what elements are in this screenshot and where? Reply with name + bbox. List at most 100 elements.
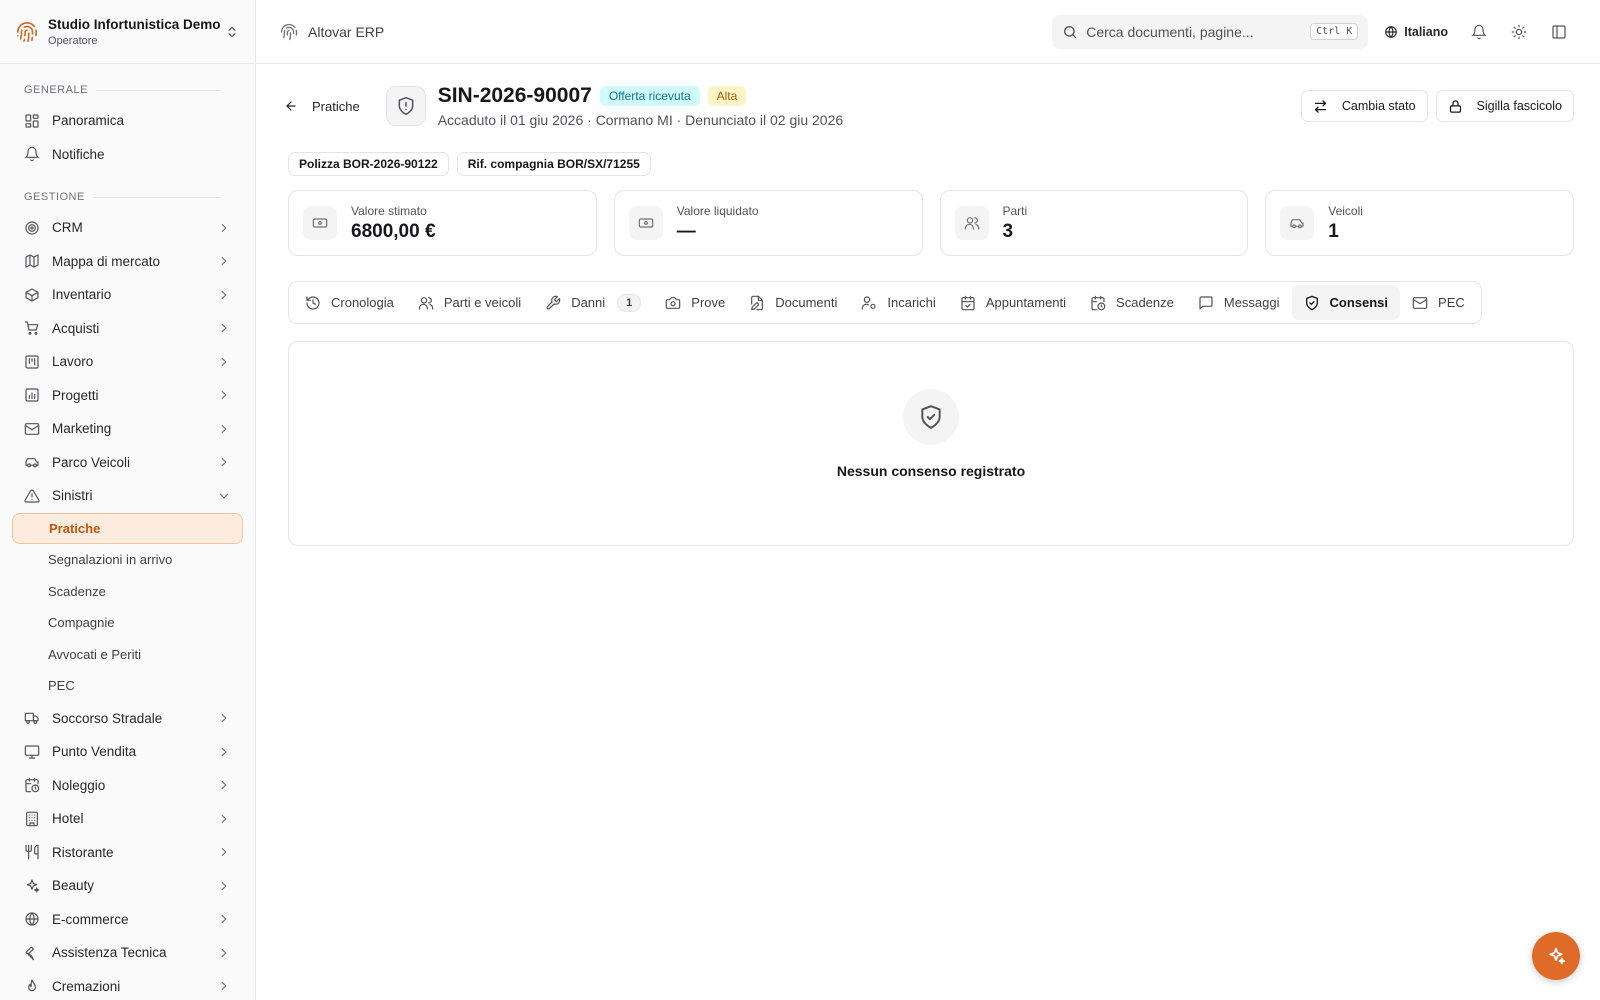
sidebar-item-progetti[interactable]: Progetti <box>12 379 243 413</box>
ai-assistant-button[interactable] <box>1532 932 1580 980</box>
sidebar-subitem-scadenze[interactable]: Scadenze <box>12 576 243 608</box>
monitor-icon <box>24 744 40 760</box>
theme-toggle-button[interactable] <box>1502 15 1536 49</box>
truck-icon <box>24 710 40 726</box>
tab-incarichi[interactable]: Incarichi <box>849 285 947 320</box>
tab-consensi[interactable]: Consensi <box>1291 285 1401 320</box>
chevron-right-icon <box>217 812 231 826</box>
change-status-button[interactable]: Cambia stato <box>1300 90 1428 122</box>
sidebar-item-label: Punto Vendita <box>52 744 137 760</box>
banknote-icon <box>303 206 337 240</box>
sidebar-item-marketing[interactable]: Marketing <box>12 412 243 446</box>
org-switcher[interactable]: Studio Infortunistica Demo Operatore <box>0 0 255 64</box>
sidebar-subitem-segnalazioni[interactable]: Segnalazioni in arrivo <box>12 544 243 576</box>
sidebar-subitem-pratiche[interactable]: Pratiche <box>12 512 243 544</box>
stat-card-parties: Parti 3 <box>939 190 1249 256</box>
chevron-right-icon <box>217 745 231 759</box>
sidebar-item-hotel[interactable]: Hotel <box>12 802 243 836</box>
sidebar-item-label: Lavoro <box>52 354 94 370</box>
topbar: Altovar ERP Cerca documenti, pagine... C… <box>256 0 1600 64</box>
sparkles-icon <box>24 878 40 894</box>
tab-documenti[interactable]: Documenti <box>737 285 849 320</box>
sidebar-item-label: Assistenza Tecnica <box>52 945 167 961</box>
chevron-right-icon <box>217 845 231 859</box>
map-icon <box>24 253 40 269</box>
sparkles-icon <box>1546 946 1566 966</box>
section-manage-label: GESTIONE <box>24 191 85 203</box>
chart-icon <box>24 387 40 403</box>
tab-label: Cronologia <box>331 295 394 310</box>
stat-card-estimated: Valore stimato 6800,00 € <box>288 190 597 256</box>
sidebar-item-soccorso[interactable]: Soccorso Stradale <box>12 702 243 736</box>
tab-cronologia[interactable]: Cronologia <box>293 285 406 320</box>
sidebar-item-ristorante[interactable]: Ristorante <box>12 836 243 870</box>
sidebar-item-label: Ristorante <box>52 844 114 860</box>
chevron-right-icon <box>217 711 231 725</box>
globe-icon <box>1384 25 1398 39</box>
sidebar-item-acquisti[interactable]: Acquisti <box>12 312 243 346</box>
chevron-right-icon <box>217 221 231 235</box>
chevron-right-icon <box>217 321 231 335</box>
back-button[interactable]: Pratiche <box>272 88 372 124</box>
kanban-icon <box>24 354 40 370</box>
sidebar-item-label: E-commerce <box>52 911 129 927</box>
tab-parti-veicoli[interactable]: Parti e veicoli <box>406 285 533 320</box>
sidebar-item-cremazioni[interactable]: Cremazioni <box>12 970 243 1000</box>
sidebar-item-label: Beauty <box>52 878 95 894</box>
cart-icon <box>24 320 40 336</box>
chevron-right-icon <box>217 946 231 960</box>
tab-scadenze[interactable]: Scadenze <box>1078 285 1186 320</box>
sidebar-item-label: Progetti <box>52 387 99 403</box>
section-manage: GESTIONE <box>12 171 243 211</box>
sidebar-subitem-avvocati[interactable]: Avvocati e Periti <box>12 639 243 671</box>
bell-icon <box>24 146 40 162</box>
sidebar-item-punto-vendita[interactable]: Punto Vendita <box>12 735 243 769</box>
sidebar-item-ecommerce[interactable]: E-commerce <box>12 903 243 937</box>
sidebar-item-sinistri[interactable]: Sinistri <box>12 479 243 513</box>
sidebar-subitem-compagnie[interactable]: Compagnie <box>12 607 243 639</box>
reference-pills: Polizza BOR-2026-90122 Rif. compagnia BO… <box>288 152 1574 176</box>
sidebar-item-mappa[interactable]: Mappa di mercato <box>12 245 243 279</box>
sidebar-item-label: Cremazioni <box>52 978 121 994</box>
tab-prove[interactable]: Prove <box>653 285 737 320</box>
users-icon <box>954 206 989 240</box>
sidebar-item-parco-veicoli[interactable]: Parco Veicoli <box>12 446 243 480</box>
seal-file-button[interactable]: Sigilla fascicolo <box>1435 90 1574 122</box>
sidebar-item-crm[interactable]: CRM <box>12 211 243 245</box>
panel-toggle-button[interactable] <box>1542 15 1576 49</box>
sidebar-item-inventario[interactable]: Inventario <box>12 278 243 312</box>
claim-detail: Pratiche SIN-2026-90007 Offerta ricevuta… <box>256 64 1600 546</box>
sidebar-item-panoramica[interactable]: Panoramica <box>12 104 243 138</box>
language-selector[interactable]: Italiano <box>1384 25 1448 39</box>
tab-appuntamenti[interactable]: Appuntamenti <box>948 285 1078 320</box>
flame-icon <box>24 978 40 994</box>
sidebar-item-notifiche[interactable]: Notifiche <box>12 138 243 172</box>
status-badge: Offerta ricevuta <box>599 86 700 106</box>
sidebar-item-label: Acquisti <box>52 320 100 336</box>
notifications-button[interactable] <box>1462 15 1496 49</box>
tab-pec[interactable]: PEC <box>1400 285 1477 320</box>
sidebar-item-noleggio[interactable]: Noleggio <box>12 769 243 803</box>
stat-value: — <box>676 220 696 242</box>
search-icon <box>1062 24 1078 40</box>
calendar-clock-icon <box>24 777 40 793</box>
mail-icon <box>1412 295 1428 311</box>
sidebar-item-lavoro[interactable]: Lavoro <box>12 345 243 379</box>
sidebar-item-label: Panoramica <box>52 113 125 129</box>
tab-messaggi[interactable]: Messaggi <box>1186 285 1292 320</box>
building-icon <box>24 811 40 827</box>
page-title: SIN-2026-90007 <box>437 84 592 107</box>
app-brand[interactable]: Altovar ERP <box>280 23 384 41</box>
language-label: Italiano <box>1404 24 1448 39</box>
sidebar-item-label: Soccorso Stradale <box>52 710 163 726</box>
sidebar-item-beauty[interactable]: Beauty <box>12 869 243 903</box>
file-edit-icon <box>749 295 765 311</box>
tab-danni[interactable]: Danni 1 <box>533 285 653 320</box>
sidebar-subitem-pec[interactable]: PEC <box>12 670 243 702</box>
box-icon <box>24 287 40 303</box>
sidebar-item-label: Notifiche <box>52 146 105 162</box>
seal-file-label: Sigilla fascicolo <box>1476 99 1562 113</box>
search-shortcut: Ctrl K <box>1310 23 1359 40</box>
search-input[interactable]: Cerca documenti, pagine... Ctrl K <box>1052 14 1369 49</box>
sidebar-item-assistenza[interactable]: Assistenza Tecnica <box>12 936 243 970</box>
